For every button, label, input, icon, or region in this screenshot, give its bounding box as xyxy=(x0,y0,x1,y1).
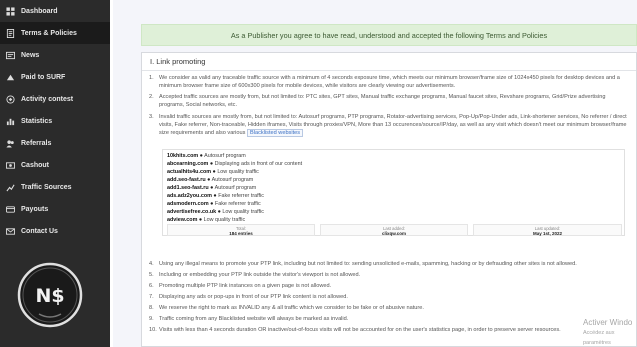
site-logo: N$ xyxy=(17,262,83,328)
sidebar-item-paid-to-surf[interactable]: Paid to SURF xyxy=(0,66,110,88)
terms-icon xyxy=(6,28,15,38)
stat-last-updated: Last updated: May 1st, 2022 xyxy=(473,224,622,236)
activation-watermark: Activer Windo Accédez aux paramètres xyxy=(583,318,633,346)
divider xyxy=(142,70,636,71)
list-item: 10khits.com ● Autosurf program xyxy=(167,153,246,159)
sidebar: Dashboard Terms & Policies News Paid to … xyxy=(0,0,110,347)
list-item: advertisefree.co.uk ● Low quality traffi… xyxy=(167,209,264,215)
traffic-icon xyxy=(6,183,15,192)
main-content: As a Publisher you agree to have read, u… xyxy=(110,0,637,347)
list-item: add.seo-fast.ru ● Autosurf program xyxy=(167,177,254,183)
notice-text: As a Publisher you agree to have read, u… xyxy=(230,30,548,40)
sidebar-item-contact-us[interactable]: Contact Us xyxy=(0,220,110,242)
contest-icon xyxy=(6,94,15,104)
sidebar-item-label: Payouts xyxy=(21,205,49,213)
sidebar-item-statistics[interactable]: Statistics xyxy=(0,110,110,132)
cashout-icon xyxy=(6,161,15,170)
sidebar-item-news[interactable]: News xyxy=(0,44,110,66)
list-item: abcearning.com ● Displaying ads in front… xyxy=(167,161,303,167)
stat-last-added: Last added: clixqw.com xyxy=(320,224,468,236)
dashboard-icon xyxy=(6,6,15,16)
sidebar-item-activity-contest[interactable]: Activity contest xyxy=(0,88,110,110)
referrals-icon xyxy=(6,139,15,148)
sidebar-item-referrals[interactable]: Referrals xyxy=(0,132,110,154)
statistics-icon xyxy=(6,117,15,126)
sidebar-item-traffic-sources[interactable]: Traffic Sources xyxy=(0,176,110,198)
sidebar-item-terms[interactable]: Terms & Policies xyxy=(0,22,110,44)
content-area: As a Publisher you agree to have read, u… xyxy=(113,0,637,347)
stat-total: Total: 184 entries xyxy=(167,224,315,236)
sidebar-item-label: Paid to SURF xyxy=(21,73,66,81)
blacklist-stats: Total: 184 entries Last added: clixqw.com … xyxy=(167,224,622,236)
blacklisted-websites-link[interactable]: Blacklisted websites xyxy=(247,129,304,137)
list-item: add1.seo-fast.ru ● Autosurf program xyxy=(167,185,257,191)
sidebar-item-label: Terms & Policies xyxy=(21,29,77,37)
list-item: adsmodern.com ● Fake referrer traffic xyxy=(167,201,261,207)
contact-icon xyxy=(6,227,15,236)
sidebar-item-label: Statistics xyxy=(21,117,53,125)
blacklist-embed: 10khits.com ● Autosurf program abcearnin… xyxy=(162,149,625,236)
list-item: actualhits4u.com ● Low quality traffic xyxy=(167,169,259,175)
app-window: Dashboard Terms & Policies News Paid to … xyxy=(0,0,637,347)
sidebar-item-label: Referrals xyxy=(21,139,52,147)
sidebar-item-label: Traffic Sources xyxy=(21,183,72,191)
list-item: ads.adz2you.com ● Fake referrer traffic xyxy=(167,193,264,199)
blacklist-list: 10khits.com ● Autosurf program abcearnin… xyxy=(167,153,622,225)
surf-icon xyxy=(6,73,15,82)
sidebar-item-dashboard[interactable]: Dashboard xyxy=(0,0,110,22)
sidebar-item-payouts[interactable]: Payouts xyxy=(0,198,110,220)
news-icon xyxy=(6,51,15,60)
sidebar-item-label: Cashout xyxy=(21,161,49,169)
sidebar-item-label: Activity contest xyxy=(21,95,74,103)
section-title: I. Link promoting xyxy=(150,57,206,66)
link-promoting-card: I. Link promoting 1. We consider as vali… xyxy=(141,52,637,347)
terms-notice-banner: As a Publisher you agree to have read, u… xyxy=(141,24,637,46)
svg-text:N$: N$ xyxy=(35,285,64,307)
sidebar-item-label: News xyxy=(21,51,40,59)
sidebar-item-label: Dashboard xyxy=(21,7,58,15)
sidebar-item-cashout[interactable]: Cashout xyxy=(0,154,110,176)
sidebar-item-label: Contact Us xyxy=(21,227,58,235)
payouts-icon xyxy=(6,205,15,214)
